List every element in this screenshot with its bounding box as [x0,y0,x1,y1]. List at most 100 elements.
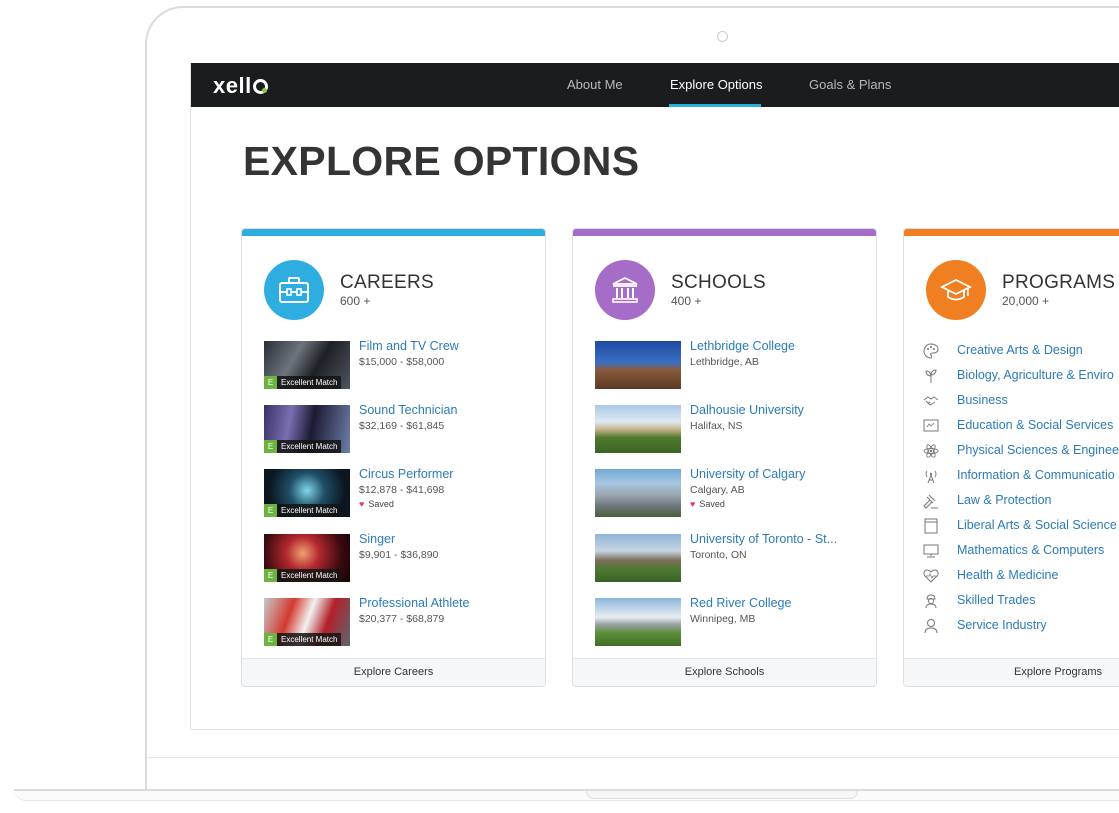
career-item-sound-technician[interactable]: E Excellent Match Sound Technician $32,16… [264,403,534,461]
heart-icon: ♥ [690,499,696,509]
handshake-icon [922,392,940,410]
explore-programs-button[interactable]: Explore Programs [904,658,1119,686]
schools-card: SCHOOLS 400 + Lethbridge College Lethbri… [572,228,877,687]
antenna-icon [922,467,940,485]
app-screen: xell About Me Explore Options Goals & Pl… [190,63,1119,730]
heartbeat-icon [922,567,940,585]
monitor-icon [922,542,940,560]
career-title[interactable]: Professional Athlete [359,596,470,610]
school-location: Winnipeg, MB [690,613,756,625]
career-item-circus-performer[interactable]: E Excellent Match Circus Performer $12,87… [264,467,534,525]
program-business[interactable]: Business [922,390,1119,412]
laptop-camera [717,31,728,42]
heart-icon: ♥ [359,499,365,509]
career-item-professional-athlete[interactable]: E Excellent Match Professional Athlete $2… [264,596,534,654]
program-information[interactable]: Information & Communicatio [922,465,1119,487]
programs-card: PROGRAMS 20,000 + Creative Arts & Design… [903,228,1119,687]
career-title[interactable]: Circus Performer [359,467,453,481]
school-title[interactable]: University of Calgary [690,467,805,481]
school-location: Lethbridge, AB [690,356,759,368]
program-biology[interactable]: Biology, Agriculture & Enviro [922,365,1119,387]
career-salary: $20,377 - $68,879 [359,613,445,625]
active-tab-indicator [669,104,761,107]
institution-icon[interactable] [595,260,655,320]
career-salary: $12,878 - $41,698 [359,484,445,496]
career-thumbnail: E Excellent Match [264,598,350,646]
program-service-industry[interactable]: Service Industry [922,615,1119,637]
program-label: Creative Arts & Design [957,343,1083,357]
career-item-film-tv-crew[interactable]: E Excellent Match Film and TV Crew $15,00… [264,339,534,397]
page-title: EXPLORE OPTIONS [243,138,640,184]
career-item-singer[interactable]: E Excellent Match Singer $9,901 - $36,890 [264,532,534,590]
xello-logo[interactable]: xell [213,73,268,99]
nav-about-me[interactable]: About Me [567,77,623,92]
program-label: Physical Sciences & Enginee [957,443,1119,457]
plant-icon [922,367,940,385]
programs-title: PROGRAMS [1002,272,1116,293]
school-title[interactable]: Lethbridge College [690,339,795,353]
school-thumbnail [595,341,681,389]
school-thumbnail [595,469,681,517]
schools-title: SCHOOLS [671,272,767,293]
school-title[interactable]: University of Toronto - St... [690,532,837,546]
laptop-base [14,789,1119,801]
program-physical-sciences[interactable]: Physical Sciences & Enginee [922,440,1119,462]
school-location: Toronto, ON [690,549,747,561]
career-title[interactable]: Film and TV Crew [359,339,459,353]
career-thumbnail: E Excellent Match [264,469,350,517]
laptop-base-notch [586,791,858,799]
program-label: Service Industry [957,618,1047,632]
school-thumbnail [595,598,681,646]
career-title[interactable]: Singer [359,532,395,546]
worker-icon [922,592,940,610]
program-label: Liberal Arts & Social Science [957,518,1117,532]
careers-color-bar [242,229,545,236]
program-creative-arts[interactable]: Creative Arts & Design [922,340,1119,362]
graduation-cap-icon[interactable] [926,260,986,320]
laptop-bezel [147,757,1119,758]
palette-icon [922,342,940,360]
programs-count: 20,000 + [1002,294,1050,308]
program-education[interactable]: Education & Social Services [922,415,1119,437]
gavel-icon [922,492,940,510]
nav-explore-options[interactable]: Explore Options [670,77,763,92]
match-badge: E Excellent Match [264,633,342,646]
school-location: Halifax, NS [690,420,743,432]
saved-indicator[interactable]: ♥ Saved [690,499,725,509]
school-item-red-river[interactable]: Red River College Winnipeg, MB [595,596,865,654]
explore-careers-button[interactable]: Explore Careers [242,658,545,686]
explore-schools-button[interactable]: Explore Schools [573,658,876,686]
school-item-toronto[interactable]: University of Toronto - St... Toronto, O… [595,532,865,590]
program-label: Health & Medicine [957,568,1059,582]
program-skilled-trades[interactable]: Skilled Trades [922,590,1119,612]
nav-goals-plans[interactable]: Goals & Plans [809,77,891,92]
programs-color-bar [904,229,1119,236]
school-title[interactable]: Red River College [690,596,791,610]
match-badge: E Excellent Match [264,569,342,582]
career-thumbnail: E Excellent Match [264,534,350,582]
program-health[interactable]: Health & Medicine [922,565,1119,587]
program-label: Mathematics & Computers [957,543,1105,557]
program-label: Information & Communicatio [957,468,1115,482]
school-title[interactable]: Dalhousie University [690,403,804,417]
match-badge: E Excellent Match [264,376,342,389]
careers-title: CAREERS [340,272,434,293]
program-mathematics[interactable]: Mathematics & Computers [922,540,1119,562]
school-item-calgary[interactable]: University of Calgary Calgary, AB ♥ Saved [595,467,865,525]
career-thumbnail: E Excellent Match [264,405,350,453]
briefcase-icon[interactable] [264,260,324,320]
match-badge: E Excellent Match [264,440,342,453]
saved-indicator[interactable]: ♥ Saved [359,499,394,509]
careers-card: CAREERS 600 + E Excellent Match Film and … [241,228,546,687]
career-salary: $32,169 - $61,845 [359,420,445,432]
program-law[interactable]: Law & Protection [922,490,1119,512]
program-label: Education & Social Services [957,418,1114,432]
school-item-lethbridge[interactable]: Lethbridge College Lethbridge, AB [595,339,865,397]
school-item-dalhousie[interactable]: Dalhousie University Halifax, NS [595,403,865,461]
career-salary: $15,000 - $58,000 [359,356,445,368]
program-label: Biology, Agriculture & Enviro [957,368,1114,382]
chalkboard-icon [922,417,940,435]
career-title[interactable]: Sound Technician [359,403,457,417]
program-liberal-arts[interactable]: Liberal Arts & Social Science [922,515,1119,537]
book-icon [922,517,940,535]
